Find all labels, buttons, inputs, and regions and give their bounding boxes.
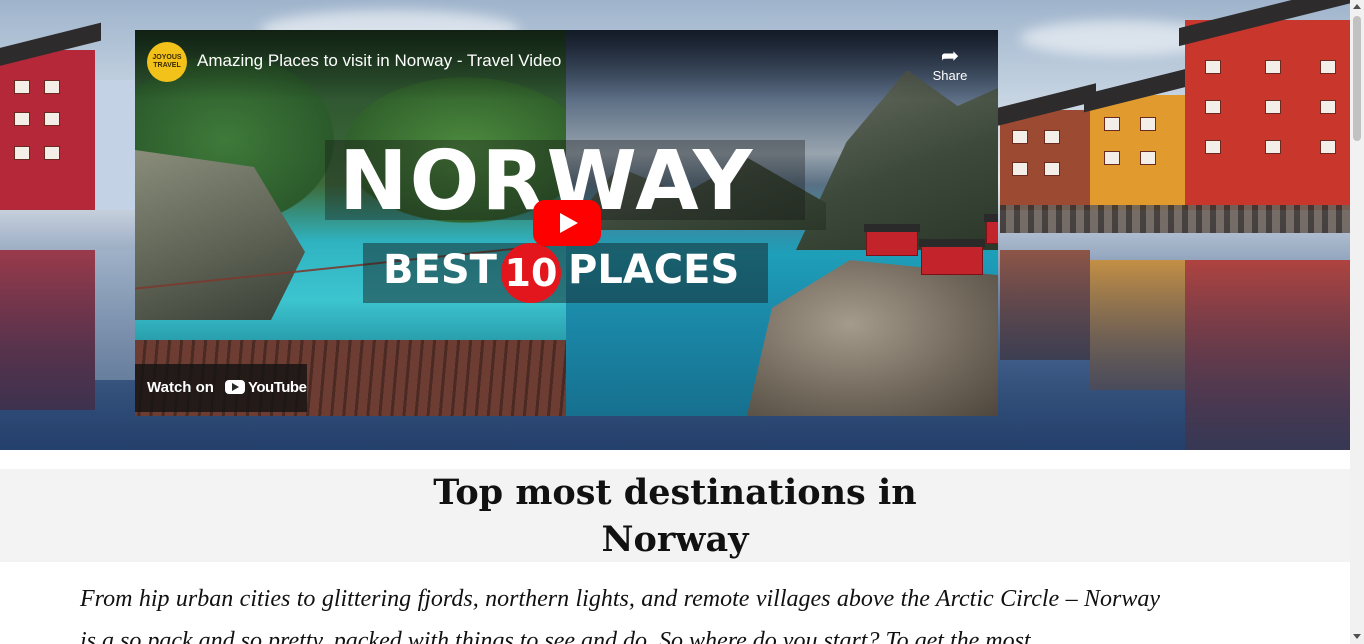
red-hut [864, 224, 920, 256]
intro-paragraph: From hip urban cities to glittering fjor… [80, 586, 1160, 644]
house-right-red [1179, 0, 1350, 210]
scroll-down-icon[interactable] [1353, 634, 1361, 639]
house-right-yellow [1084, 67, 1191, 210]
scroll-thumb[interactable] [1353, 16, 1361, 141]
rocks [746, 260, 998, 416]
house-left-blue [95, 80, 135, 210]
scroll-up-icon[interactable] [1353, 4, 1361, 9]
house-left-red [0, 22, 101, 210]
share-button[interactable]: ➦ Share [930, 43, 970, 84]
share-icon: ➦ [940, 43, 960, 68]
red-hut [984, 214, 998, 244]
youtube-icon [225, 380, 245, 394]
thumbnail-subheadline-box: BEST 10 PLACES [363, 243, 768, 303]
red-hut [919, 239, 985, 275]
watch-on-youtube-button[interactable]: Watch on YouTube [135, 364, 307, 412]
youtube-wordmark: YouTube [248, 379, 307, 396]
play-button[interactable] [533, 200, 601, 246]
house-right-brown [994, 83, 1096, 210]
thumbnail-number-badge: 10 [501, 243, 561, 303]
thumbnail-places: PLACES [568, 247, 740, 293]
video-player[interactable]: JOYOUS TRAVEL Amazing Places to visit in… [135, 30, 998, 416]
dock [1000, 205, 1350, 233]
scrollbar[interactable] [1350, 0, 1364, 644]
thumbnail-best: BEST [383, 247, 497, 293]
watch-on-label: Watch on [147, 379, 214, 396]
share-label: Share [932, 68, 968, 83]
channel-logo[interactable]: JOYOUS TRAVEL [147, 42, 187, 82]
channel-logo-text: JOYOUS TRAVEL [152, 54, 182, 69]
video-title[interactable]: Amazing Places to visit in Norway - Trav… [197, 51, 561, 71]
page-title: Top most destinations in Norway [433, 472, 917, 560]
heading-band: Top most destinations in Norway [0, 469, 1350, 562]
